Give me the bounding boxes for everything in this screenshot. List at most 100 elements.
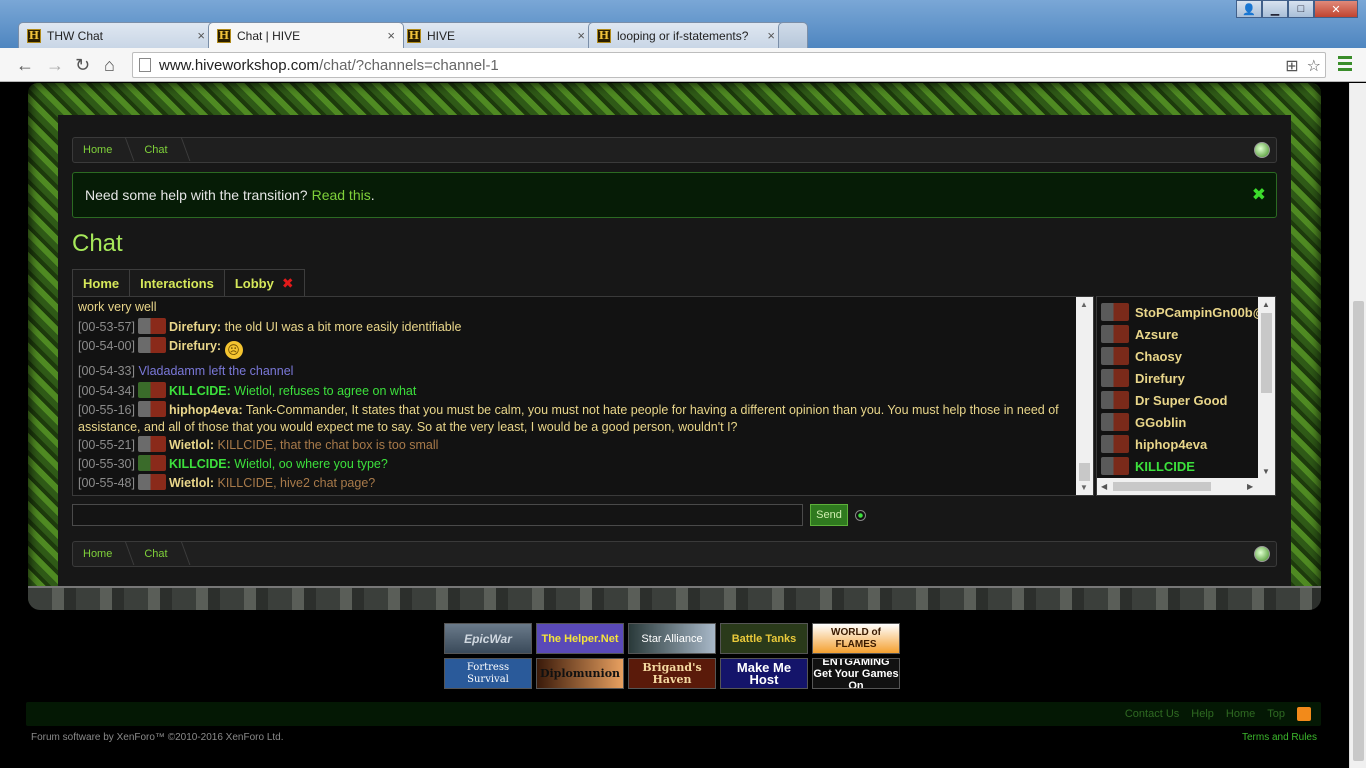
footer-home-link[interactable]: Home (1226, 708, 1255, 720)
search-icon[interactable] (1254, 546, 1270, 562)
reload-icon[interactable]: ↻ (75, 55, 90, 76)
page-title: Chat (72, 230, 123, 257)
maximize-icon[interactable]: □ (1288, 0, 1314, 18)
banner-battle-tanks[interactable]: Battle Tanks (720, 623, 808, 654)
user-list-hscrollbar[interactable]: ◀ ▶ (1097, 478, 1275, 495)
browser-tab-hive[interactable]: H HIVE × (398, 22, 594, 48)
breadcrumb: Home Chat (72, 137, 1277, 163)
username[interactable]: KILLCIDE: (169, 457, 231, 471)
message-log[interactable]: work very well [00-53-57] Direfury: the o… (72, 296, 1094, 496)
browser-menu-icon[interactable] (1338, 56, 1352, 74)
banner-helper-net[interactable]: The Helper.Net (536, 623, 624, 654)
footer-copyright[interactable]: Forum software by XenForo™ ©2010-2016 Xe… (31, 732, 284, 743)
message-partial: work very well (78, 300, 157, 314)
forward-icon[interactable]: → (46, 55, 64, 76)
breadcrumb-bottom: Home Chat (72, 541, 1277, 567)
user-list-item[interactable]: KILLCIDE (1101, 456, 1195, 476)
user-list-item[interactable]: Dr Super Good (1101, 390, 1227, 410)
username[interactable]: Direfury: (169, 320, 221, 334)
browser-tabs: H THW Chat × H Chat | HIVE × H HIVE × H … (18, 22, 808, 48)
user-name: Chaosy (1135, 348, 1182, 364)
username[interactable]: hiphop4eva: (169, 403, 243, 417)
scrollbar-thumb[interactable] (1261, 313, 1272, 393)
footer-terms-link[interactable]: Terms and Rules (1242, 732, 1317, 743)
tab-home[interactable]: Home (72, 269, 131, 297)
new-tab-button[interactable] (778, 22, 808, 48)
breadcrumb-home[interactable]: Home (73, 144, 134, 156)
close-tab-icon[interactable]: ✖ (282, 275, 294, 292)
username[interactable]: Direfury: (169, 339, 221, 353)
username[interactable]: Wietlol: (169, 438, 214, 452)
scroll-up-icon[interactable]: ▲ (1080, 300, 1088, 309)
breadcrumb-chat[interactable]: Chat (134, 144, 189, 156)
tab-interactions[interactable]: Interactions (129, 269, 225, 297)
scroll-down-icon[interactable]: ▼ (1262, 467, 1270, 476)
user-list-item[interactable]: Direfury (1101, 368, 1185, 388)
user-list-item[interactable]: Azsure (1101, 324, 1178, 344)
user-name: StoPCampinGn00b@ (1135, 304, 1266, 320)
browser-tab-thw-chat[interactable]: H THW Chat × (18, 22, 214, 48)
rss-icon[interactable] (1297, 707, 1311, 721)
scroll-left-icon[interactable]: ◀ (1101, 482, 1107, 491)
list-item: [00-55-48] Wietlol: KILLCIDE, hive2 chat … (78, 474, 1068, 492)
translate-icon[interactable]: ⊞ (1285, 56, 1298, 76)
close-icon[interactable]: ✖ (1252, 185, 1266, 205)
breadcrumb-chat[interactable]: Chat (134, 548, 189, 560)
username[interactable]: KILLCIDE: (169, 384, 231, 398)
scroll-down-icon[interactable]: ▼ (1080, 483, 1088, 492)
browser-tab-looping[interactable]: H looping or if-statements? × (588, 22, 784, 48)
home-icon[interactable]: ⌂ (104, 55, 115, 76)
banner-make-me-host[interactable]: Make Me Host (720, 658, 808, 689)
address-bar[interactable]: www.hiveworkshop.com/chat/?channels=chan… (132, 52, 1326, 78)
scrollbar-thumb[interactable] (1079, 463, 1090, 481)
banner-world-of-flames[interactable]: WORLD of FLAMES (812, 623, 900, 654)
timestamp: [00-55-30] (78, 457, 135, 471)
user-name: Direfury (1135, 370, 1185, 386)
message-text: Wietlol, oo where you type? (234, 457, 388, 471)
scrollbar-thumb[interactable] (1113, 482, 1211, 491)
user-list-item[interactable]: hiphop4eva (1101, 434, 1207, 454)
banner-epicwar[interactable]: EpicWar (444, 623, 532, 654)
banner-fortress-survival[interactable]: Fortress Survival (444, 658, 532, 689)
page-scrollbar[interactable] (1349, 83, 1366, 768)
user-avatar (1101, 391, 1129, 409)
tab-close-icon[interactable]: × (387, 28, 395, 43)
scroll-up-icon[interactable]: ▲ (1262, 300, 1270, 309)
tab-close-icon[interactable]: × (767, 28, 775, 43)
footer-top-link[interactable]: Top (1267, 708, 1285, 720)
user-avatar (1101, 413, 1129, 431)
message-scrollbar[interactable]: ▲ ▼ (1076, 297, 1093, 495)
user-list-item[interactable]: GGoblin (1101, 412, 1186, 432)
footer-help-link[interactable]: Help (1191, 708, 1214, 720)
footer-contact-link[interactable]: Contact Us (1125, 708, 1179, 720)
tab-close-icon[interactable]: × (577, 28, 585, 43)
search-icon[interactable] (1254, 142, 1270, 158)
banner-entgaming[interactable]: ENTGAMING Get Your Games On (812, 658, 900, 689)
user-list-item[interactable]: Chaosy (1101, 346, 1182, 366)
scrollbar-thumb[interactable] (1353, 301, 1364, 761)
banner-brigands-haven[interactable]: Brigand's Haven (628, 658, 716, 689)
tab-close-icon[interactable]: × (197, 28, 205, 43)
send-button[interactable]: Send (810, 504, 848, 526)
close-window-icon[interactable]: ✕ (1314, 0, 1358, 18)
scroll-right-icon[interactable]: ▶ (1247, 482, 1253, 491)
notice-link[interactable]: Read this (312, 187, 371, 203)
tab-lobby[interactable]: Lobby ✖ (223, 269, 305, 297)
bookmark-star-icon[interactable]: ☆ (1307, 56, 1321, 76)
user-icon[interactable]: 👤 (1236, 0, 1262, 18)
user-avatar (1101, 325, 1129, 343)
browser-tab-chat-hive[interactable]: H Chat | HIVE × (208, 22, 404, 48)
user-avatar (1101, 369, 1129, 387)
user-list-vscrollbar[interactable]: ▲ ▼ (1258, 297, 1275, 479)
breadcrumb-home[interactable]: Home (73, 548, 134, 560)
user-list-item[interactable]: StoPCampinGn00b@ (1101, 302, 1265, 322)
banner-star-alliance[interactable]: Star Alliance (628, 623, 716, 654)
minimize-icon[interactable]: ▁ (1262, 0, 1288, 18)
list-item: [00-54-34] KILLCIDE: Wietlol, refuses to … (78, 382, 1068, 400)
chat-message-input[interactable] (72, 504, 803, 526)
stone-frame-bottom (28, 586, 1321, 610)
banner-diplomunion[interactable]: Diplomunion (536, 658, 624, 689)
username[interactable]: Wietlol: (169, 476, 214, 490)
hive-favicon-icon: H (407, 29, 421, 43)
back-icon[interactable]: ← (16, 55, 34, 76)
